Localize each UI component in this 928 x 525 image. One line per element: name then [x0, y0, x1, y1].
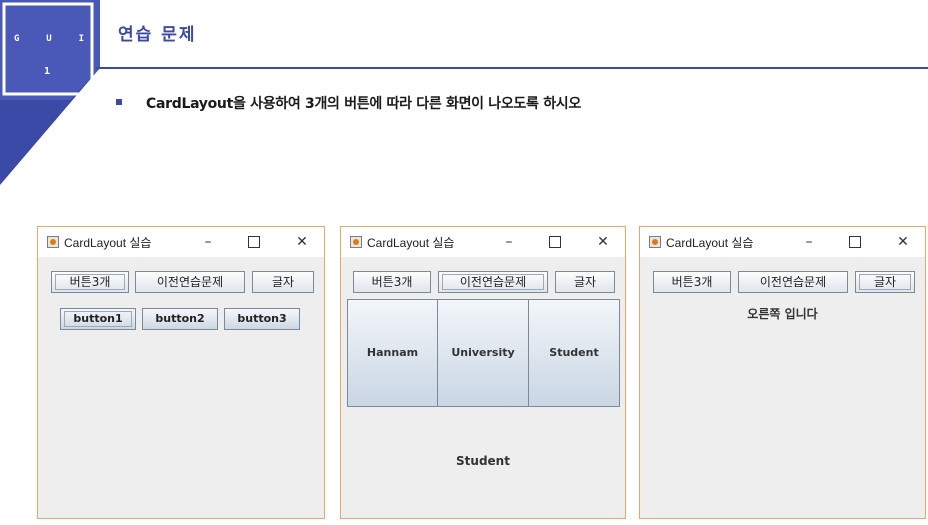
message-label: 오른쪽 입니다 [747, 307, 818, 321]
text-tab-button[interactable]: 글자 [252, 271, 314, 293]
cardlayout-window-2: CardLayout 실습 – ✕ 버튼3개 이전연습문제 글자 Hannam … [340, 226, 626, 519]
task-description: CardLayout을 사용하여 3개의 버튼에 따라 다른 화면이 나오도록 … [146, 96, 581, 112]
close-button[interactable]: ✕ [290, 230, 314, 254]
button2[interactable]: button2 [142, 308, 218, 330]
button3[interactable]: button3 [224, 308, 300, 330]
button3-tab-button[interactable]: 버튼3개 [653, 271, 731, 293]
slide-title: 연습 문제 [118, 25, 197, 45]
button3-tab-button[interactable]: 버튼3개 [51, 271, 129, 293]
window-titlebar: CardLayout 실습 – ✕ [341, 227, 625, 257]
maximize-button[interactable] [843, 230, 867, 254]
window-title: CardLayout 실습 [367, 236, 455, 250]
maximize-icon [248, 236, 260, 248]
window-titlebar: CardLayout 실습 – ✕ [38, 227, 324, 257]
card-panel-button-hannam[interactable]: Hannam [347, 299, 438, 407]
window-title: CardLayout 실습 [64, 236, 152, 250]
gui-logo: G U I 1 [0, 0, 100, 190]
maximize-icon [849, 236, 861, 248]
logo-letters: G U I [14, 34, 84, 44]
logo-shape [0, 0, 100, 185]
maximize-button[interactable] [543, 230, 567, 254]
minimize-button[interactable]: – [797, 230, 821, 254]
window-title: CardLayout 실습 [666, 236, 754, 250]
logo-number: 1 [44, 66, 51, 77]
java-app-icon [350, 236, 362, 248]
card-panel-button-student[interactable]: Student [528, 299, 620, 407]
prev-exercise-tab-button[interactable]: 이전연습문제 [438, 271, 548, 293]
minimize-button[interactable]: – [196, 230, 220, 254]
bottom-label: Student [456, 454, 510, 468]
prev-exercise-tab-button[interactable]: 이전연습문제 [738, 271, 848, 293]
minimize-button[interactable]: – [497, 230, 521, 254]
close-button[interactable]: ✕ [891, 230, 915, 254]
text-tab-button[interactable]: 글자 [855, 271, 915, 293]
java-app-icon [47, 236, 59, 248]
window-titlebar: CardLayout 실습 – ✕ [640, 227, 925, 257]
text-tab-button[interactable]: 글자 [555, 271, 615, 293]
maximize-icon [549, 236, 561, 248]
prev-exercise-tab-button[interactable]: 이전연습문제 [135, 271, 245, 293]
cardlayout-window-3: CardLayout 실습 – ✕ 버튼3개 이전연습문제 글자 오른쪽 입니다 [639, 226, 926, 519]
button3-tab-button[interactable]: 버튼3개 [353, 271, 431, 293]
button1[interactable]: button1 [60, 308, 136, 330]
cardlayout-window-1: CardLayout 실습 – ✕ 버튼3개 이전연습문제 글자 button1… [37, 226, 325, 519]
java-app-icon [649, 236, 661, 248]
bullet-icon [116, 99, 122, 105]
maximize-button[interactable] [242, 230, 266, 254]
title-divider [96, 67, 928, 69]
close-button[interactable]: ✕ [591, 230, 615, 254]
card-panel-button-university[interactable]: University [437, 299, 529, 407]
